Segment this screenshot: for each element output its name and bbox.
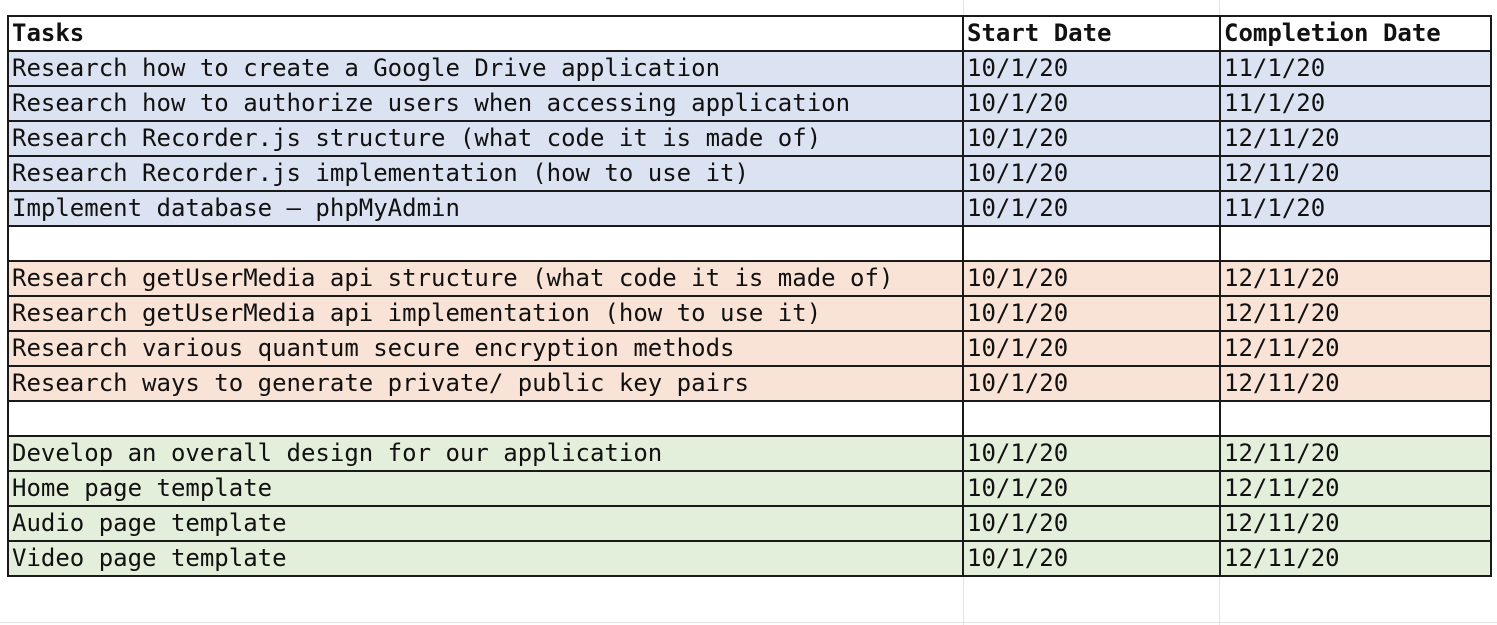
task-cell[interactable]: Research Recorder.js structure (what cod… xyxy=(7,120,964,157)
completion-date-cell[interactable]: 12/11/20 xyxy=(1219,330,1492,367)
task-cell[interactable] xyxy=(7,225,964,262)
start-date-cell[interactable]: 10/1/20 xyxy=(962,540,1221,577)
start-date-cell[interactable]: 10/1/20 xyxy=(962,470,1221,507)
task-cell[interactable]: Develop an overall design for our applic… xyxy=(7,435,964,472)
completion-date-cell[interactable] xyxy=(1219,400,1492,437)
completion-date-cell[interactable]: 12/11/20 xyxy=(1219,540,1492,577)
table-row: Video page template 10/1/20 12/11/20 xyxy=(7,540,1492,577)
table-row: Home page template 10/1/20 12/11/20 xyxy=(7,470,1492,507)
start-date-cell[interactable] xyxy=(962,400,1221,437)
table-row: Research ways to generate private/ publi… xyxy=(7,365,1492,402)
task-cell[interactable]: Research getUserMedia api structure (wha… xyxy=(7,260,964,297)
task-cell[interactable]: Research Recorder.js implementation (how… xyxy=(7,155,964,192)
table-row: Research Recorder.js implementation (how… xyxy=(7,155,1492,192)
completion-date-cell[interactable]: 12/11/20 xyxy=(1219,120,1492,157)
start-date-cell[interactable]: 10/1/20 xyxy=(962,155,1221,192)
start-date-cell[interactable]: 10/1/20 xyxy=(962,190,1221,227)
blank-row xyxy=(7,225,1492,262)
task-cell[interactable]: Research various quantum secure encrypti… xyxy=(7,330,964,367)
task-cell[interactable]: Research how to create a Google Drive ap… xyxy=(7,50,964,87)
completion-date-cell[interactable]: 12/11/20 xyxy=(1219,365,1492,402)
start-date-cell[interactable]: 10/1/20 xyxy=(962,120,1221,157)
task-cell[interactable]: Audio page template xyxy=(7,505,964,542)
completion-date-cell[interactable]: 11/1/20 xyxy=(1219,50,1492,87)
task-cell[interactable]: Home page template xyxy=(7,470,964,507)
table-row: Research how to create a Google Drive ap… xyxy=(7,50,1492,87)
task-cell[interactable]: Implement database – phpMyAdmin xyxy=(7,190,964,227)
task-cell[interactable]: Research getUserMedia api implementation… xyxy=(7,295,964,332)
task-cell[interactable]: Video page template xyxy=(7,540,964,577)
header-start-date[interactable]: Start Date xyxy=(962,15,1221,52)
header-completion-date[interactable]: Completion Date xyxy=(1219,15,1492,52)
task-schedule-table: Tasks Start Date Completion Date Researc… xyxy=(7,15,1492,577)
start-date-cell[interactable]: 10/1/20 xyxy=(962,295,1221,332)
task-cell[interactable]: Research ways to generate private/ publi… xyxy=(7,365,964,402)
completion-date-cell[interactable]: 12/11/20 xyxy=(1219,295,1492,332)
start-date-cell[interactable]: 10/1/20 xyxy=(962,260,1221,297)
start-date-cell[interactable]: 10/1/20 xyxy=(962,505,1221,542)
completion-date-cell[interactable]: 11/1/20 xyxy=(1219,190,1492,227)
completion-date-cell[interactable]: 12/11/20 xyxy=(1219,470,1492,507)
completion-date-cell[interactable]: 11/1/20 xyxy=(1219,85,1492,122)
table-row: Research Recorder.js structure (what cod… xyxy=(7,120,1492,157)
start-date-cell[interactable] xyxy=(962,225,1221,262)
completion-date-cell[interactable]: 12/11/20 xyxy=(1219,435,1492,472)
completion-date-cell[interactable]: 12/11/20 xyxy=(1219,260,1492,297)
task-cell[interactable]: Research how to authorize users when acc… xyxy=(7,85,964,122)
start-date-cell[interactable]: 10/1/20 xyxy=(962,85,1221,122)
start-date-cell[interactable]: 10/1/20 xyxy=(962,50,1221,87)
blank-row xyxy=(7,400,1492,437)
table-row: Research getUserMedia api structure (wha… xyxy=(7,260,1492,297)
table-row: Develop an overall design for our applic… xyxy=(7,435,1492,472)
completion-date-cell[interactable] xyxy=(1219,225,1492,262)
completion-date-cell[interactable]: 12/11/20 xyxy=(1219,155,1492,192)
completion-date-cell[interactable]: 12/11/20 xyxy=(1219,505,1492,542)
table-row: Implement database – phpMyAdmin 10/1/20 … xyxy=(7,190,1492,227)
start-date-cell[interactable]: 10/1/20 xyxy=(962,435,1221,472)
header-tasks[interactable]: Tasks xyxy=(7,15,964,52)
start-date-cell[interactable]: 10/1/20 xyxy=(962,365,1221,402)
table-row: Research how to authorize users when acc… xyxy=(7,85,1492,122)
table-row: Research getUserMedia api implementation… xyxy=(7,295,1492,332)
task-cell[interactable] xyxy=(7,400,964,437)
table-row: Research various quantum secure encrypti… xyxy=(7,330,1492,367)
table-row: Audio page template 10/1/20 12/11/20 xyxy=(7,505,1492,542)
start-date-cell[interactable]: 10/1/20 xyxy=(962,330,1221,367)
header-row: Tasks Start Date Completion Date xyxy=(7,15,1492,52)
